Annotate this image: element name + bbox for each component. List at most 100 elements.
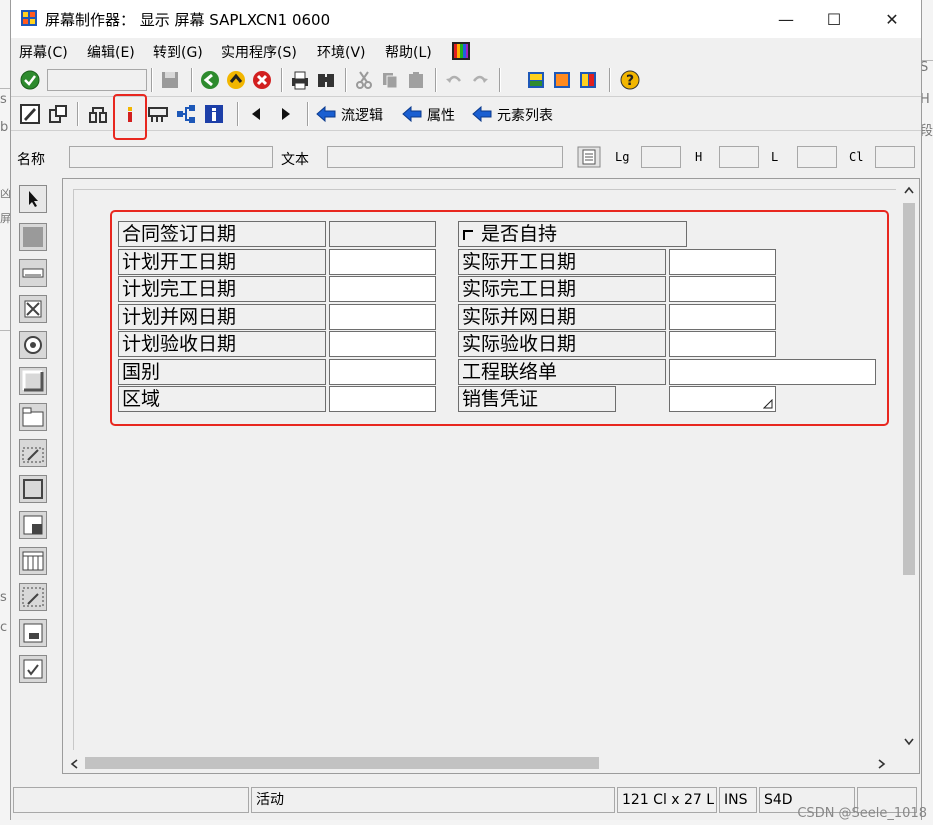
label-contract-date[interactable]: 合同签订日期	[118, 221, 326, 247]
attributes-arrow-icon[interactable]	[401, 103, 423, 125]
menu-screen[interactable]: 屏幕(C)	[19, 42, 68, 62]
scroll-left-icon[interactable]	[69, 758, 79, 770]
cut-icon[interactable]	[353, 69, 375, 91]
cl-field[interactable]	[875, 146, 915, 168]
info-icon[interactable]	[203, 103, 225, 125]
label-actual-finish[interactable]: 实际完工日期	[458, 276, 666, 302]
layout-icon-3[interactable]	[577, 69, 599, 91]
palette-tabstrip-wizard[interactable]	[19, 439, 47, 467]
layout-icon-1[interactable]	[525, 69, 547, 91]
customize-layout-icon[interactable]	[451, 41, 471, 61]
input-actual-finish[interactable]	[669, 276, 776, 302]
scroll-right-icon[interactable]	[877, 758, 887, 770]
find-icon[interactable]	[315, 69, 337, 91]
label-plan-start[interactable]: 计划开工日期	[118, 249, 326, 275]
undo-icon[interactable]	[443, 69, 465, 91]
where-used-icon[interactable]	[87, 103, 109, 125]
input-plan-start[interactable]	[329, 249, 436, 275]
label-actual-grid[interactable]: 实际并网日期	[458, 304, 666, 330]
display-change-icon[interactable]	[19, 103, 41, 125]
input-region[interactable]	[329, 386, 436, 412]
command-field[interactable]	[47, 69, 147, 91]
copy-icon[interactable]	[379, 69, 401, 91]
menu-utilities[interactable]: 实用程序(S)	[221, 42, 297, 62]
palette-subscreen[interactable]	[19, 511, 47, 539]
minimize-button[interactable]: —	[763, 6, 809, 34]
input-contract-date[interactable]	[329, 221, 436, 247]
label-actual-accept[interactable]: 实际验收日期	[458, 331, 666, 357]
exit-icon[interactable]	[225, 69, 247, 91]
redo-icon[interactable]	[469, 69, 491, 91]
active-inactive-icon[interactable]	[47, 103, 69, 125]
horizontal-scroll-thumb[interactable]	[85, 757, 599, 769]
close-button[interactable]: ✕	[869, 6, 915, 34]
previous-icon[interactable]	[245, 103, 267, 125]
layout-icon-2[interactable]	[551, 69, 573, 91]
label-project-contact[interactable]: 工程联络单	[458, 359, 666, 385]
element-list-arrow-icon[interactable]	[471, 103, 493, 125]
help-icon[interactable]: ?	[619, 69, 641, 91]
layout-canvas[interactable]: 合同签订日期 计划开工日期 计划完工日期 计划并网日期 计划验收日期 国别 区域…	[62, 178, 920, 774]
input-sales-voucher[interactable]	[669, 386, 776, 412]
vertical-scroll-thumb[interactable]	[903, 203, 915, 575]
name-field[interactable]	[69, 146, 273, 168]
checkbox-self-hold[interactable]: 是否自持	[458, 221, 687, 247]
menu-environment[interactable]: 环境(V)	[317, 42, 366, 62]
flow-logic-button[interactable]: 流逻辑	[341, 105, 383, 125]
palette-input-field[interactable]	[19, 259, 47, 287]
input-country[interactable]	[329, 359, 436, 385]
menu-help[interactable]: 帮助(L)	[385, 42, 432, 62]
maximize-button[interactable]: ☐	[811, 6, 857, 34]
element-list-button[interactable]: 元素列表	[497, 105, 553, 125]
enter-check-icon[interactable]	[19, 69, 41, 91]
input-actual-start[interactable]	[669, 249, 776, 275]
back-icon[interactable]	[199, 69, 221, 91]
l-field[interactable]	[797, 146, 837, 168]
palette-pointer[interactable]	[19, 185, 47, 213]
cancel-icon[interactable]	[251, 69, 273, 91]
input-plan-accept[interactable]	[329, 331, 436, 357]
palette-table-wizard[interactable]	[19, 583, 47, 611]
horizontal-scrollbar[interactable]	[65, 755, 901, 771]
menu-goto[interactable]: 转到(G)	[153, 42, 203, 62]
label-plan-accept[interactable]: 计划验收日期	[118, 331, 326, 357]
palette-pushbutton[interactable]	[19, 367, 47, 395]
palette-status-icon[interactable]	[19, 655, 47, 683]
input-project-contact[interactable]	[669, 359, 876, 385]
label-actual-start[interactable]: 实际开工日期	[458, 249, 666, 275]
menu-edit[interactable]: 编辑(E)	[87, 42, 135, 62]
input-plan-grid[interactable]	[329, 304, 436, 330]
hierarchy-icon[interactable]	[175, 103, 197, 125]
save-icon[interactable]	[159, 69, 181, 91]
palette-tabstrip[interactable]	[19, 403, 47, 431]
scroll-down-icon[interactable]	[903, 737, 915, 747]
palette-custom-control[interactable]	[19, 619, 47, 647]
palette-table-control[interactable]	[19, 547, 47, 575]
scroll-up-icon[interactable]	[903, 185, 915, 195]
attributes-button[interactable]: 属性	[427, 105, 455, 125]
next-icon[interactable]	[275, 103, 297, 125]
label-sales-voucher[interactable]: 销售凭证	[458, 386, 616, 412]
text-field[interactable]	[327, 146, 563, 168]
input-plan-finish[interactable]	[329, 276, 436, 302]
palette-checkbox[interactable]	[19, 295, 47, 323]
vertical-scrollbar[interactable]	[901, 181, 917, 753]
palette-radio[interactable]	[19, 331, 47, 359]
h-field[interactable]	[719, 146, 759, 168]
standard-toolbar: ?	[11, 64, 921, 97]
dictionary-fields-icon[interactable]	[147, 103, 169, 125]
label-plan-grid[interactable]: 计划并网日期	[118, 304, 326, 330]
paste-icon[interactable]	[405, 69, 427, 91]
label-country[interactable]: 国别	[118, 359, 326, 385]
lg-field[interactable]	[641, 146, 681, 168]
label-region[interactable]: 区域	[118, 386, 326, 412]
flow-logic-arrow-icon[interactable]	[315, 103, 337, 125]
label-plan-finish[interactable]: 计划完工日期	[118, 276, 326, 302]
input-actual-grid[interactable]	[669, 304, 776, 330]
layout-editor-icon[interactable]	[119, 103, 141, 125]
palette-text-field[interactable]	[19, 223, 47, 251]
print-icon[interactable]	[289, 69, 311, 91]
palette-box[interactable]	[19, 475, 47, 503]
input-actual-accept[interactable]	[669, 331, 776, 357]
dictionary-text-icon[interactable]	[577, 146, 601, 168]
